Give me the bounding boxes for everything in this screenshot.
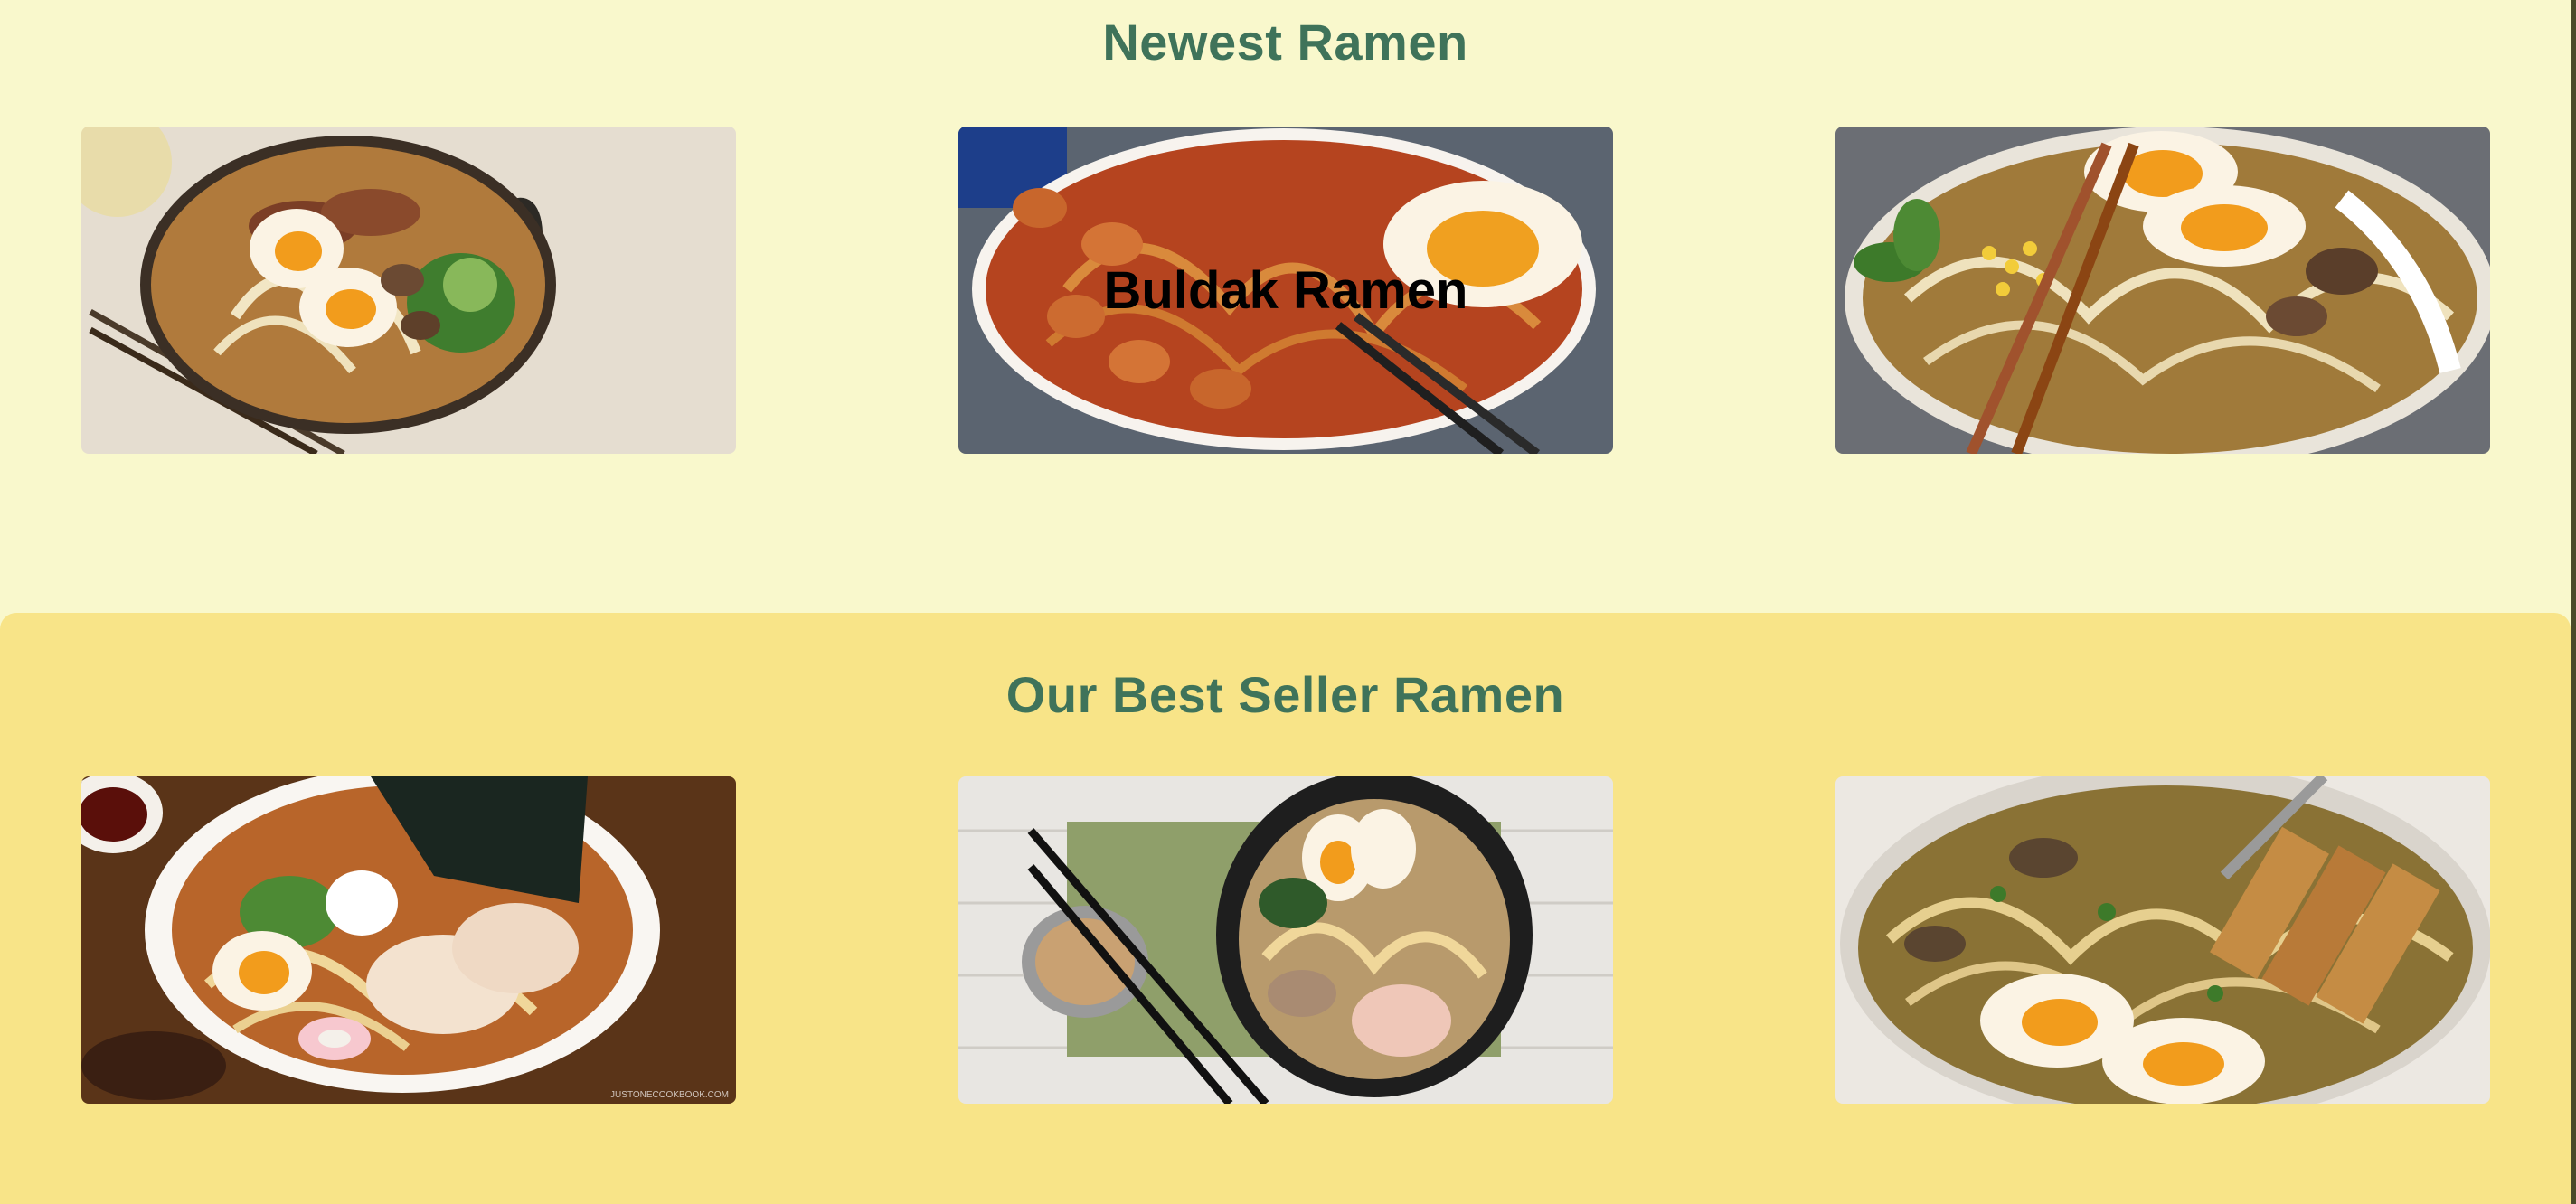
newest-ramen-card-1[interactable] [81,127,736,454]
best-seller-card-3[interactable] [1835,776,2490,1104]
newest-ramen-card-3-label [1835,127,2490,454]
best-seller-ramen-title: Our Best Seller Ramen [1005,666,1565,723]
page-scrollbar[interactable] [2571,0,2576,1204]
photo-watermark: JUSTONECOOKBOOK.COM [610,1090,729,1100]
best-seller-card-3-label [1835,776,2490,1104]
best-seller-ramen-section: Our Best Seller Ramen JUSTONECOOKBOOK.CO… [0,613,2571,1204]
newest-ramen-card-2[interactable]: Buldak Ramen [958,127,1613,454]
best-seller-card-1[interactable]: JUSTONECOOKBOOK.COM [81,776,736,1104]
newest-ramen-card-2-label: Buldak Ramen [1103,260,1468,320]
newest-ramen-card-3[interactable] [1835,127,2490,454]
newest-ramen-title: Newest Ramen [1102,14,1468,71]
best-seller-card-1-label [81,776,736,1104]
best-seller-card-2-label [958,776,1613,1104]
best-seller-card-2[interactable] [958,776,1613,1104]
newest-ramen-section: Newest Ramen Buldak Ramen [0,0,2571,624]
newest-ramen-card-1-label [81,127,736,454]
